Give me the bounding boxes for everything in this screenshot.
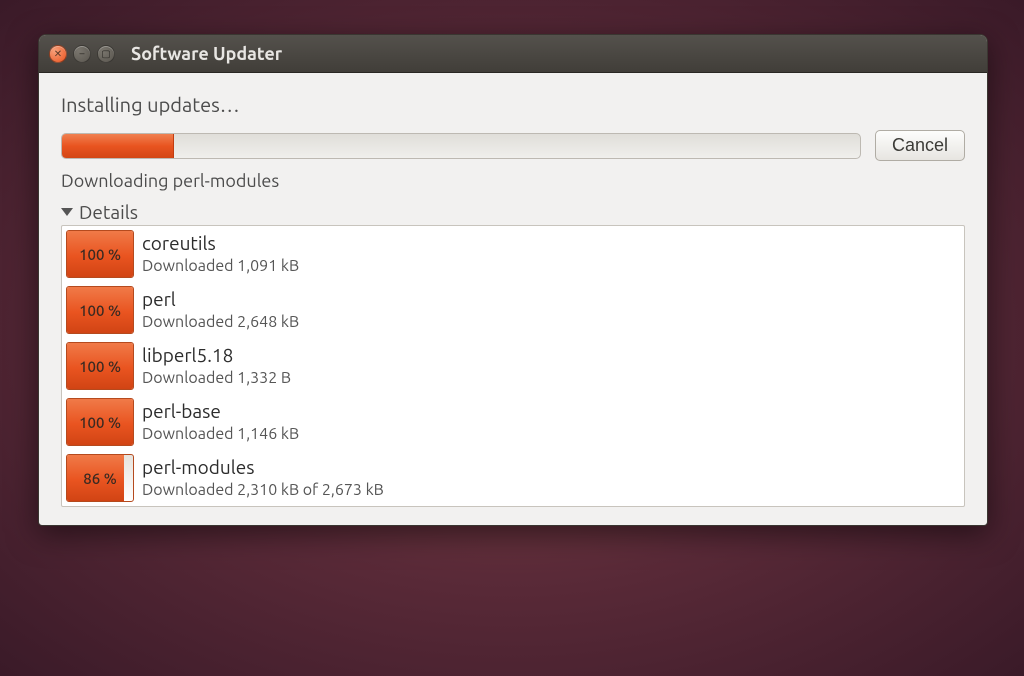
list-item: 100 % perl-base Downloaded 1,146 kB [62,394,964,450]
main-progress-fill [62,134,174,158]
package-name: perl-base [142,400,299,424]
titlebar[interactable]: ✕ – ▢ Software Updater [39,35,987,73]
window-title: Software Updater [131,44,282,64]
package-status: Downloaded 1,091 kB [142,256,299,276]
package-status: Downloaded 2,310 kB of 2,673 kB [142,480,384,500]
package-progress-badge: 86 % [66,454,134,502]
package-name: perl [142,288,299,312]
details-list: 100 % coreutils Downloaded 1,091 kB 100 … [61,225,965,507]
cancel-button[interactable]: Cancel [875,130,965,161]
content-area: Installing updates… Cancel Downloading p… [39,73,987,525]
status-title: Installing updates… [61,93,965,116]
minimize-icon[interactable]: – [73,45,91,63]
package-status: Downloaded 1,332 B [142,368,291,388]
main-progress-bar [61,133,861,159]
sub-status: Downloading perl-modules [61,171,965,191]
details-toggle[interactable]: Details [61,201,965,223]
package-progress-badge: 100 % [66,230,134,278]
maximize-icon[interactable]: ▢ [97,45,115,63]
list-item: 100 % coreutils Downloaded 1,091 kB [62,226,964,282]
chevron-down-icon [61,208,73,216]
package-progress-badge: 100 % [66,398,134,446]
list-item: 100 % perl Downloaded 2,648 kB [62,282,964,338]
package-name: coreutils [142,232,299,256]
close-icon[interactable]: ✕ [49,45,67,63]
package-status: Downloaded 1,146 kB [142,424,299,444]
package-name: libperl5.18 [142,344,291,368]
updater-window: ✕ – ▢ Software Updater Installing update… [38,34,988,526]
list-item: 100 % libperl5.18 Downloaded 1,332 B [62,338,964,394]
list-item: 86 % perl-modules Downloaded 2,310 kB of… [62,450,964,506]
package-progress-badge: 100 % [66,286,134,334]
package-status: Downloaded 2,648 kB [142,312,299,332]
details-label: Details [79,201,138,223]
package-progress-badge: 100 % [66,342,134,390]
package-name: perl-modules [142,456,384,480]
progress-row: Cancel [61,130,965,161]
